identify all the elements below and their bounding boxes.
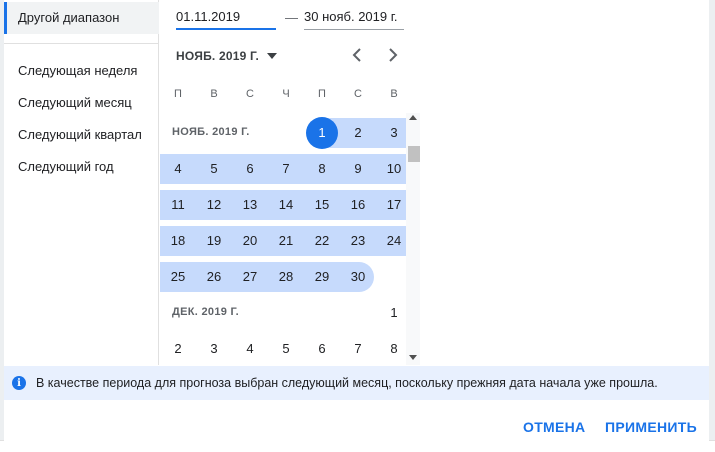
scroll-thumb[interactable] — [408, 146, 420, 162]
caret-down-icon — [267, 53, 278, 59]
calendar-day[interactable]: 23 — [340, 226, 376, 256]
info-message: В качестве периода для прогноза выбран с… — [36, 376, 658, 390]
apply-button[interactable]: ПРИМЕНИТЬ — [601, 414, 701, 440]
weekday-label: С — [246, 88, 254, 100]
calendar-day[interactable]: 25 — [160, 262, 196, 292]
calendar-day[interactable]: 22 — [304, 226, 340, 256]
month-year-select[interactable]: НОЯБ. 2019 Г. — [176, 46, 278, 66]
calendar-day[interactable]: 29 — [304, 262, 340, 292]
weekday-label: П — [174, 88, 182, 100]
date-range-dialog: Другой диапазон Следующая неделя Следующ… — [4, 0, 709, 442]
scroll-down-arrow-icon[interactable] — [409, 355, 417, 360]
calendar-day[interactable]: 4 — [232, 334, 268, 364]
background-page-right — [709, 0, 715, 452]
range-separator: — — [285, 10, 298, 25]
month-section-label: НОЯБ. 2019 Г. — [172, 126, 250, 138]
calendar-day[interactable]: 12 — [196, 190, 232, 220]
calendar-day[interactable]: 18 — [160, 226, 196, 256]
calendar-scrollbar[interactable] — [406, 113, 420, 365]
calendar-day[interactable]: 14 — [268, 190, 304, 220]
calendar-day[interactable]: 7 — [340, 334, 376, 364]
calendar-grid: НОЯБ. 2019 Г. 1 2 3 4 5 6 7 8 9 10 11 12 13 14 15 16 17 18… — [160, 113, 418, 365]
preset-custom-range[interactable]: Другой диапазон — [4, 2, 159, 34]
preset-list: Другой диапазон Следующая неделя Следующ… — [4, 0, 159, 365]
calendar-day[interactable]: 20 — [232, 226, 268, 256]
calendar-day[interactable]: 19 — [196, 226, 232, 256]
info-banner: i В качестве периода для прогноза выбран… — [4, 366, 709, 400]
calendar-day[interactable]: 2 — [160, 334, 196, 364]
weekday-label: Ч — [282, 88, 290, 100]
calendar-day[interactable]: 3 — [196, 334, 232, 364]
chevron-left-icon — [352, 48, 361, 62]
calendar-day[interactable]: 1 — [304, 117, 340, 149]
calendar-day[interactable]: 4 — [160, 154, 196, 184]
month-year-label: НОЯБ. 2019 Г. — [176, 49, 260, 63]
chevron-right-icon — [389, 48, 398, 62]
preset-next-month[interactable]: Следующий месяц — [4, 87, 159, 119]
calendar-day[interactable]: 15 — [304, 190, 340, 220]
previous-month-button[interactable] — [344, 42, 370, 68]
month-section-label: ДЕК. 2019 Г. — [172, 306, 240, 318]
calendar-day[interactable]: 13 — [232, 190, 268, 220]
calendar-day[interactable]: 6 — [304, 334, 340, 364]
calendar-day[interactable]: 21 — [268, 226, 304, 256]
calendar-day[interactable]: 30 — [340, 262, 376, 292]
cancel-button[interactable]: ОТМЕНА — [519, 414, 589, 440]
preset-divider — [4, 43, 159, 44]
preset-next-quarter[interactable]: Следующий квартал — [4, 119, 159, 151]
calendar-day[interactable]: 5 — [268, 334, 304, 364]
weekday-label: В — [210, 88, 218, 100]
scroll-up-arrow-icon[interactable] — [409, 115, 417, 120]
calendar-day[interactable]: 9 — [340, 154, 376, 184]
preset-next-year[interactable]: Следующий год — [4, 151, 159, 183]
next-month-button[interactable] — [380, 42, 406, 68]
info-icon: i — [12, 376, 26, 390]
calendar-day[interactable]: 2 — [340, 118, 376, 148]
weekday-label: П — [318, 88, 326, 100]
weekday-label: В — [390, 88, 398, 100]
calendar-day[interactable]: 16 — [340, 190, 376, 220]
calendar-day[interactable]: 11 — [160, 190, 196, 220]
end-date-input[interactable] — [304, 4, 404, 30]
calendar-day[interactable]: 5 — [196, 154, 232, 184]
calendar-day[interactable]: 26 — [196, 262, 232, 292]
calendar-day[interactable]: 27 — [232, 262, 268, 292]
calendar-day[interactable]: 7 — [268, 154, 304, 184]
calendar-day[interactable]: 28 — [268, 262, 304, 292]
calendar-day[interactable]: 8 — [304, 154, 340, 184]
weekday-label: С — [354, 88, 362, 100]
calendar-day[interactable]: 6 — [232, 154, 268, 184]
start-date-input[interactable] — [176, 4, 276, 30]
preset-next-week[interactable]: Следующая неделя — [4, 55, 159, 87]
